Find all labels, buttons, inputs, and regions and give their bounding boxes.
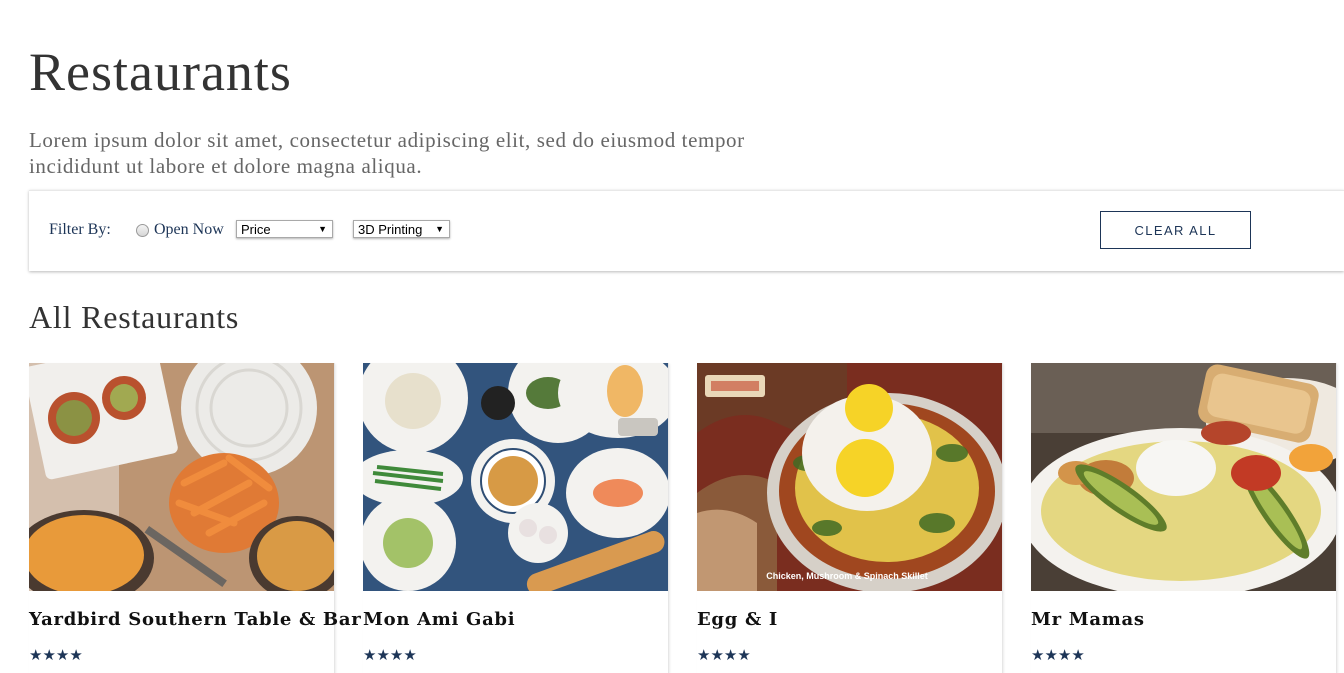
chevron-down-icon: ▼: [318, 224, 327, 234]
category-select-value: 3D Printing: [358, 222, 423, 237]
restaurant-name[interactable]: Mon Ami Gabi: [363, 608, 515, 632]
restaurant-card[interactable]: Mon Ami Gabi ★★★★: [363, 363, 669, 673]
page-title: Restaurants: [29, 42, 292, 102]
egg-skillet-photo[interactable]: Chicken, Mushroom & Spinach Skillet: [697, 363, 1002, 591]
star-rating-icon: ★★★★: [1031, 646, 1085, 664]
page-intro: Lorem ipsum dolor sit amet, consectetur …: [29, 128, 745, 178]
restaurant-name[interactable]: Mr Mamas: [1031, 608, 1145, 632]
restaurant-card[interactable]: Mr Mamas ★★★★: [1031, 363, 1337, 673]
category-select[interactable]: 3D Printing ▼: [353, 220, 450, 238]
price-select[interactable]: Price ▼: [236, 220, 333, 238]
filter-bar: Filter By: Open Now Price ▼ 3D Printing …: [29, 190, 1344, 271]
clear-all-button[interactable]: CLEAR ALL: [1100, 211, 1251, 249]
filter-by-label: Filter By:: [49, 221, 111, 238]
restaurant-name[interactable]: Yardbird Southern Table & Bar: [29, 608, 361, 632]
open-now-label: Open Now: [154, 221, 224, 238]
section-title: All Restaurants: [29, 299, 240, 335]
open-now-radio-button[interactable]: [136, 223, 149, 237]
french-dishes-spread-photo[interactable]: [363, 363, 668, 591]
restaurant-card[interactable]: Chicken, Mushroom & Spinach Skillet Egg …: [697, 363, 1003, 673]
restaurant-card[interactable]: Yardbird Southern Table & Bar ★★★★: [29, 363, 361, 673]
star-rating-icon: ★★★★: [29, 646, 83, 664]
omelette-avocado-photo[interactable]: [1031, 363, 1336, 591]
restaurant-name[interactable]: Egg & I: [697, 608, 778, 632]
price-select-value: Price: [241, 222, 271, 237]
chevron-down-icon: ▼: [435, 224, 444, 234]
photo-caption: Chicken, Mushroom & Spinach Skillet: [766, 571, 928, 581]
star-rating-icon: ★★★★: [697, 646, 751, 664]
star-rating-icon: ★★★★: [363, 646, 417, 664]
open-now-radio[interactable]: Open Now: [136, 221, 224, 239]
fried-chicken-and-fries-photo[interactable]: [29, 363, 334, 591]
